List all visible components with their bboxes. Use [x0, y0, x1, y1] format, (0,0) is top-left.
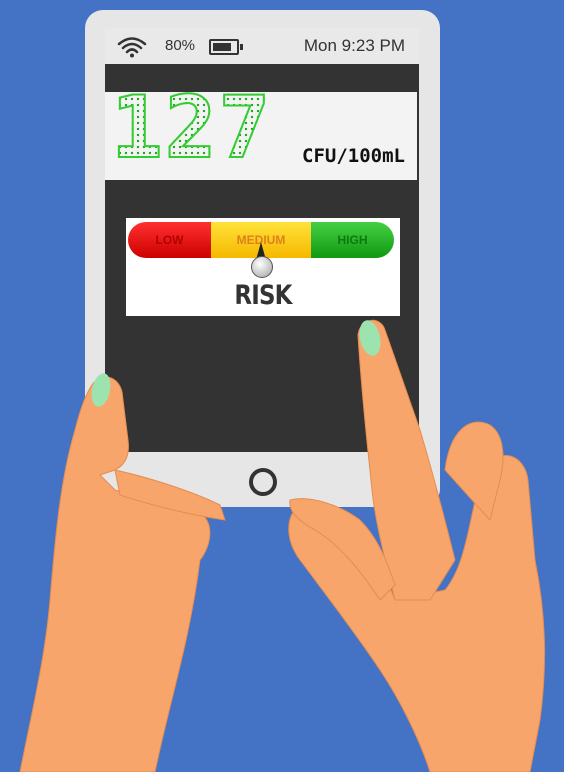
hands-foreground: [19, 320, 456, 772]
left-hand: [19, 376, 211, 772]
